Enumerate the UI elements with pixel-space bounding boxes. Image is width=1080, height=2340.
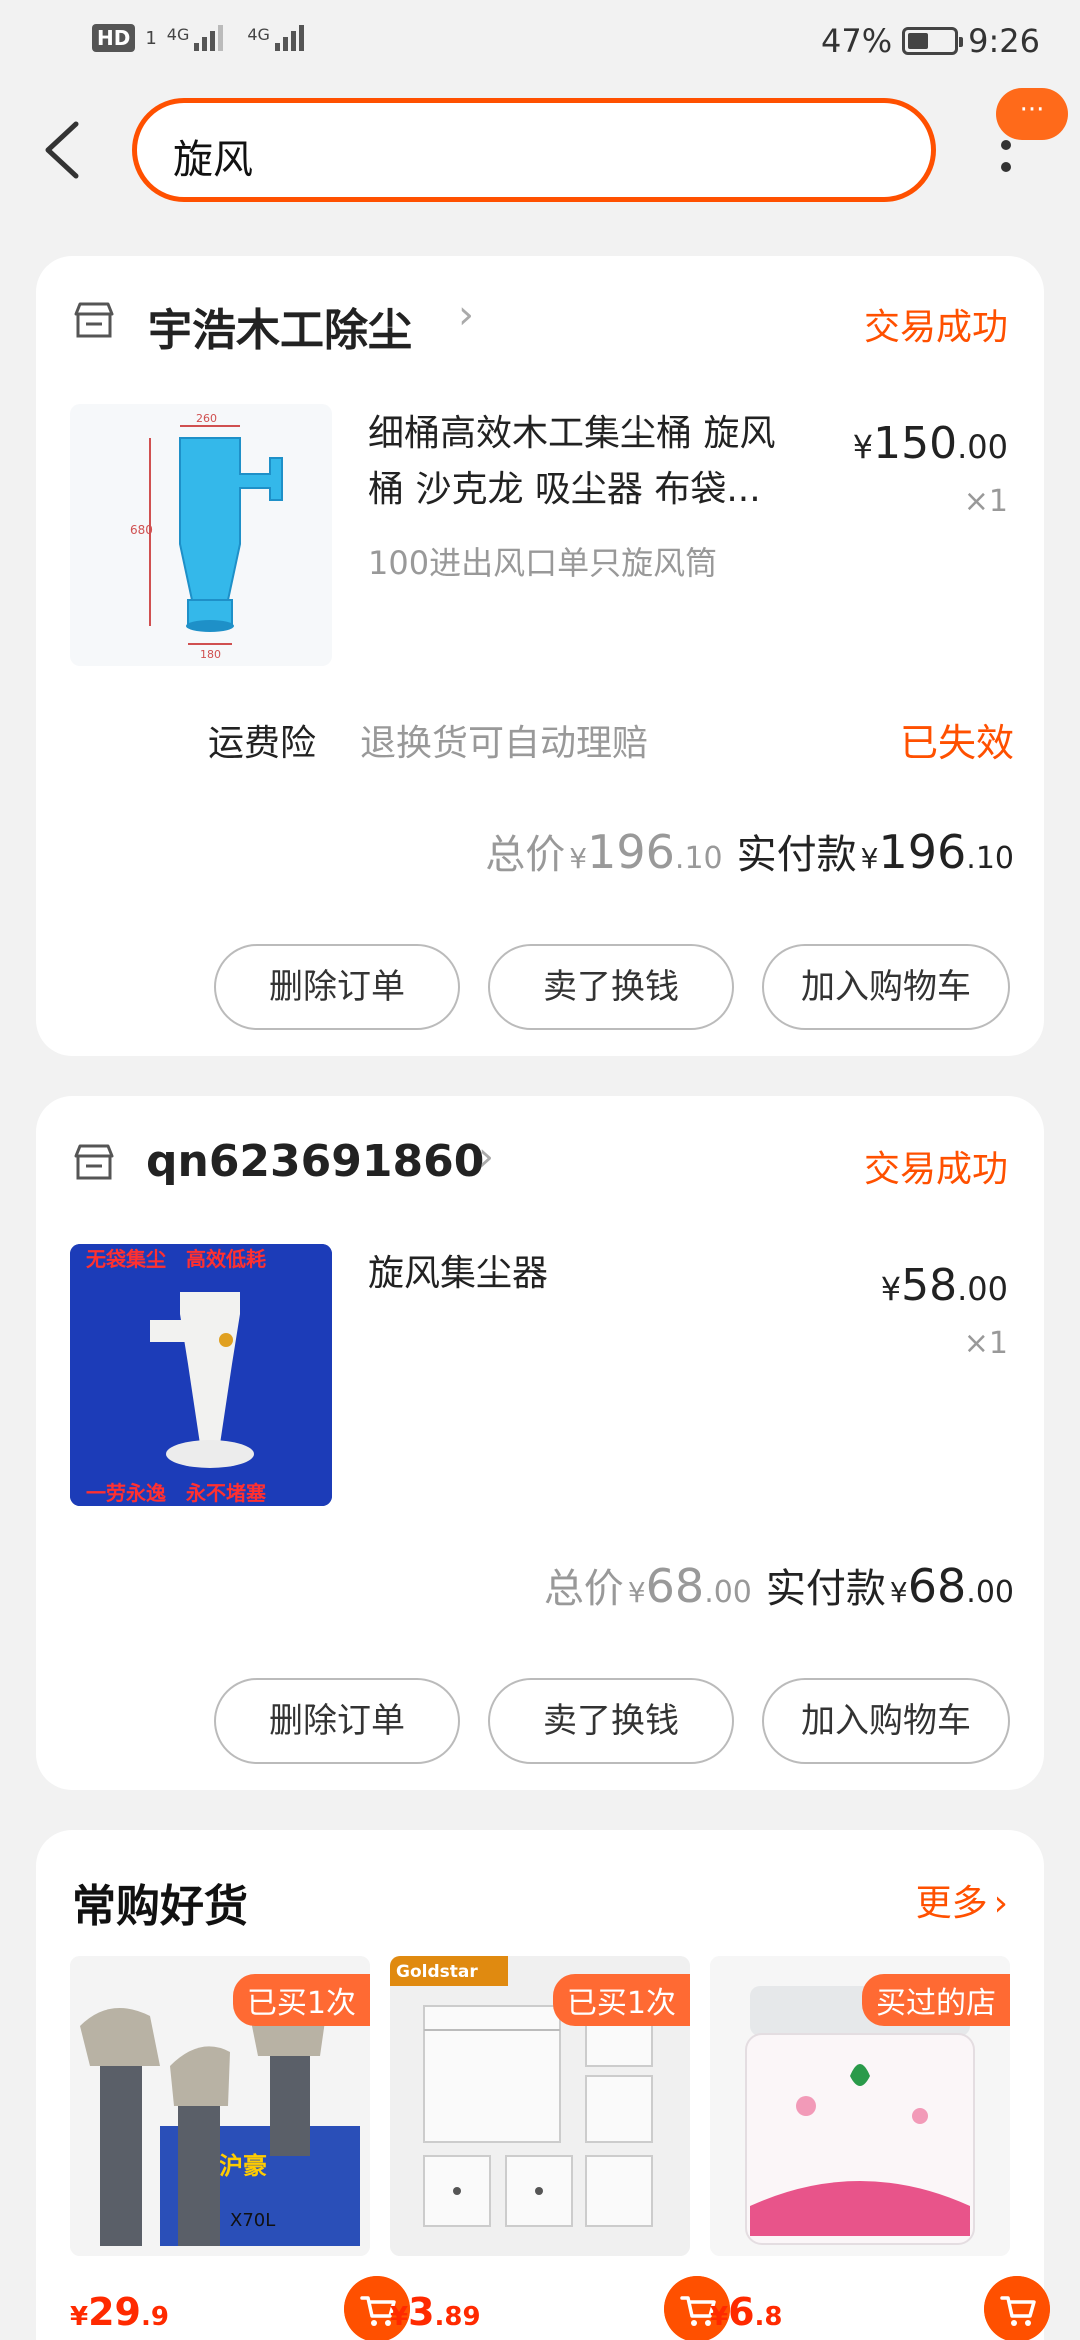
more-menu-icon[interactable]	[996, 140, 1016, 200]
search-query: 旋风	[173, 137, 253, 183]
search-input[interactable]: 旋风	[132, 98, 936, 202]
dust-collector-image: 无袋集尘 高效低耗 一劳永逸 永不堵塞	[70, 1244, 332, 1506]
shop-visited-tag: 买过的店	[862, 1974, 1010, 2026]
purchase-count-tag: 已买1次	[232, 1974, 370, 2026]
product-price: ¥58.00	[880, 1260, 1008, 1311]
hd-badge: HD	[92, 24, 136, 52]
recommend-item[interactable]: 买过的店 ¥6.8	[710, 1956, 1050, 2340]
chevron-right-icon: ›	[478, 1134, 494, 1180]
recommend-section: 常购好货 更多 › AO沪豪 X70L 已买1次 ¥29.9 Goldstar …	[36, 1830, 1050, 2340]
back-arrow-icon[interactable]	[36, 118, 92, 182]
recommend-image: Goldstar 已买1次	[390, 1956, 690, 2256]
add-to-cart-button[interactable]: 加入购物车	[762, 1678, 1010, 1764]
product-sku: 100进出风口单只旋风筒	[368, 544, 718, 582]
product-quantity: ×1	[963, 484, 1008, 519]
product-price: ¥150.00	[852, 418, 1008, 469]
shipping-insurance-label: 运费险	[208, 723, 317, 764]
signal-icon-2: 4G	[247, 25, 304, 51]
recommend-price: ¥3.89	[390, 2290, 481, 2334]
status-right: 47% 9:26	[821, 22, 1040, 60]
recommend-price: ¥29.9	[70, 2290, 169, 2334]
order-status: 交易成功	[863, 1149, 1008, 1190]
product-thumbnail[interactable]: 680 260 180	[70, 404, 332, 666]
shop-name[interactable]: qn623691860	[146, 1136, 484, 1187]
order-card[interactable]: qn623691860 › 交易成功 无袋集尘 高效低耗 一劳永逸 永不堵塞 旋…	[36, 1096, 1044, 1790]
product-quantity: ×1	[963, 1326, 1008, 1361]
recommend-image: AO沪豪 X70L 已买1次	[70, 1956, 370, 2256]
cart-icon[interactable]	[984, 2276, 1050, 2340]
svg-text:260: 260	[196, 412, 217, 425]
purchase-count-tag: 已买1次	[552, 1974, 690, 2026]
svg-text:X70L: X70L	[230, 2210, 275, 2231]
resell-button[interactable]: 卖了换钱	[488, 944, 734, 1030]
clock: 9:26	[968, 22, 1040, 60]
order-total: 总价 ¥ 196 .10 实付款 ¥ 196 .10	[485, 825, 1014, 879]
cyclone-image: 680 260 180	[130, 412, 283, 661]
status-left: HD 1 4G 4G	[92, 24, 304, 52]
svg-text:Goldstar: Goldstar	[396, 1962, 478, 1982]
chevron-right-icon: ›	[458, 292, 474, 338]
resell-button[interactable]: 卖了换钱	[488, 1678, 734, 1764]
add-to-cart-button[interactable]: 加入购物车	[762, 944, 1010, 1030]
recommend-item[interactable]: Goldstar 已买1次 ¥3.89	[390, 1956, 730, 2340]
svg-text:一劳永逸 永不堵塞: 一劳永逸 永不堵塞	[86, 1481, 267, 1505]
shop-name[interactable]: 宇浩木工除尘	[148, 294, 412, 358]
svg-text:无袋集尘 高效低耗: 无袋集尘 高效低耗	[86, 1247, 266, 1271]
recommend-title: 常购好货	[72, 1881, 248, 1932]
delete-order-button[interactable]: 删除订单	[214, 1678, 460, 1764]
sim-slot: 1	[145, 27, 157, 49]
shipping-insurance-status: 已失效	[899, 721, 1014, 765]
order-total: 总价 ¥ 68 .00 实付款 ¥ 68 .00	[543, 1559, 1014, 1613]
recommend-price: ¥6.8	[710, 2290, 783, 2334]
product-title[interactable]: 旋风集尘器	[368, 1246, 548, 1302]
product-thumbnail[interactable]: 无袋集尘 高效低耗 一劳永逸 永不堵塞	[70, 1244, 332, 1506]
more-link[interactable]: 更多 ›	[916, 1874, 1008, 1926]
shipping-insurance-desc: 退换货可自动理赔	[360, 723, 649, 764]
svg-text:680: 680	[130, 523, 153, 537]
shop-icon	[74, 302, 114, 338]
svg-text:180: 180	[200, 648, 221, 661]
product-title[interactable]: 细桶高效木工集尘桶 旋风 桶 沙克龙 吸尘器 布袋...	[368, 406, 848, 518]
shop-icon	[74, 1144, 114, 1180]
signal-icon-1: 4G	[167, 25, 224, 51]
order-status: 交易成功	[863, 307, 1008, 348]
battery-percent: 47%	[821, 22, 893, 60]
recommend-item[interactable]: AO沪豪 X70L 已买1次 ¥29.9	[70, 1956, 410, 2340]
chevron-right-icon: ›	[993, 1883, 1008, 1924]
order-card[interactable]: 宇浩木工除尘 › 交易成功 680 260 180 细桶高效木工集尘桶 旋风 桶…	[36, 256, 1044, 1056]
battery-icon	[902, 27, 964, 55]
status-bar: HD 1 4G 4G 47% 9:26	[0, 0, 1080, 86]
message-badge[interactable]: ···	[996, 88, 1068, 140]
delete-order-button[interactable]: 删除订单	[214, 944, 460, 1030]
recommend-image: 买过的店	[710, 1956, 1010, 2256]
